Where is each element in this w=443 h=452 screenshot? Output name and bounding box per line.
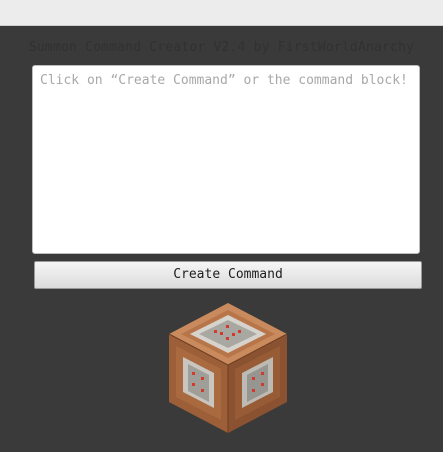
command-block-icon (168, 303, 288, 433)
create-command-button[interactable]: Create Command (34, 261, 422, 289)
app-page: Summon Command Creator V2.4 by FirstWorl… (0, 0, 443, 452)
command-output-box[interactable] (32, 65, 420, 254)
command-block-button[interactable] (167, 301, 289, 435)
top-bar (0, 0, 443, 26)
app-title: Summon Command Creator V2.4 by FirstWorl… (28, 40, 415, 55)
